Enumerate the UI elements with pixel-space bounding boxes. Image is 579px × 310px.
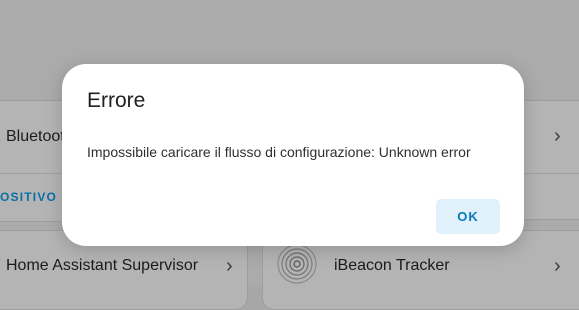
dialog-message: Impossibile caricare il flusso di config…: [87, 144, 471, 160]
integration-card-bluetooth-label: Bluetoot: [6, 128, 65, 145]
ok-button[interactable]: OK: [436, 199, 500, 234]
chevron-right-icon: ›: [554, 125, 561, 147]
integration-card-ibeacon-label: iBeacon Tracker: [334, 257, 450, 274]
chevron-right-icon: ›: [554, 255, 561, 277]
chevron-right-icon: ›: [226, 255, 233, 277]
dialog-title: Errore: [87, 89, 146, 112]
ibeacon-icon: [277, 244, 317, 284]
error-dialog: Errore Impossibile caricare il flusso di…: [62, 64, 524, 246]
add-device-link: OSITIVO: [0, 190, 58, 204]
integration-card-supervisor-label: Home Assistant Supervisor: [6, 257, 199, 274]
